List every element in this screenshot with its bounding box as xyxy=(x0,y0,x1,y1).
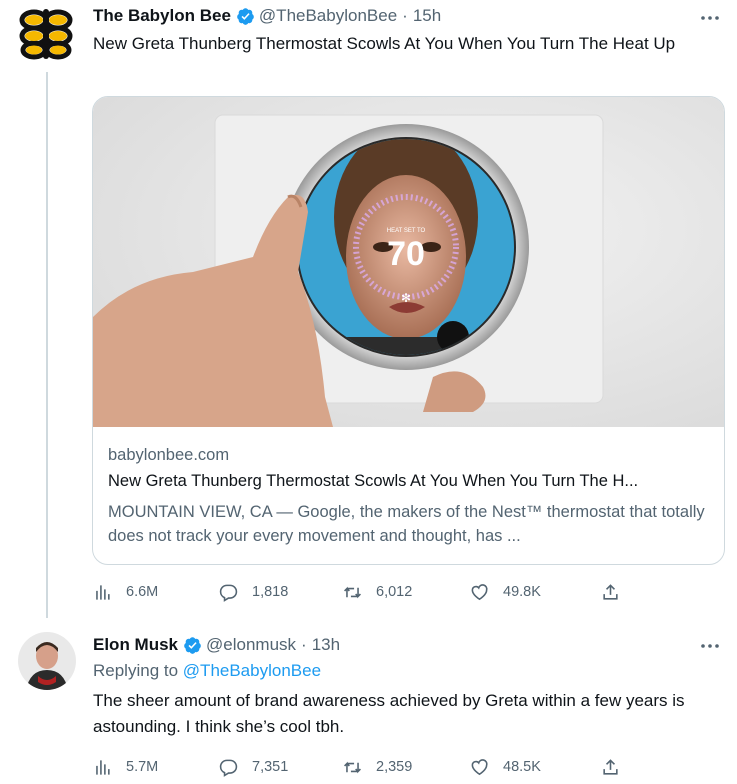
tweet-text: New Greta Thunberg Thermostat Scowls At … xyxy=(93,34,676,53)
replying-to-label: Replying to xyxy=(93,661,179,680)
retweet-icon xyxy=(344,761,361,773)
views-button[interactable]: 5.7M xyxy=(93,755,158,779)
avatar-babylon-bee[interactable] xyxy=(18,6,74,62)
handle[interactable]: @TheBabylonBee xyxy=(259,6,397,26)
card-title[interactable]: New Greta Thunberg Thermostat Scowls At … xyxy=(108,472,713,491)
tweet-header: Elon Musk @elonmusk · 13h xyxy=(93,635,340,655)
avatar-image xyxy=(18,632,76,690)
timestamp[interactable]: 15h xyxy=(413,6,441,26)
like-button[interactable]: 49.8K xyxy=(470,580,541,604)
like-icon xyxy=(471,758,488,775)
views-icon xyxy=(96,584,110,600)
views-icon xyxy=(96,759,110,775)
reply-icon xyxy=(219,759,238,777)
reply-count: 1,818 xyxy=(252,584,289,600)
more-icon[interactable] xyxy=(699,8,721,28)
share-button[interactable] xyxy=(601,580,620,604)
more-icon[interactable] xyxy=(699,636,721,656)
views-count: 6.6M xyxy=(126,584,159,600)
card-description: MOUNTAIN VIEW, CA — Google, the makers o… xyxy=(108,503,705,545)
thermostat-temperature: 70 xyxy=(387,235,425,273)
reply-count: 7,351 xyxy=(252,759,289,775)
share-icon xyxy=(603,583,618,600)
display-name[interactable]: The Babylon Bee xyxy=(93,6,231,26)
tweet-actions: 5.7M 7,351 2,359 48.5K xyxy=(93,755,633,779)
verified-badge-icon xyxy=(184,636,201,654)
tweet-header: The Babylon Bee @TheBabylonBee · 15h xyxy=(93,6,441,26)
retweet-button[interactable]: 2,359 xyxy=(343,755,412,779)
link-card[interactable]: HEAT SET TO 70 ✻ babylonbee.com New Gret… xyxy=(92,96,725,565)
retweet-button[interactable]: 6,012 xyxy=(343,580,412,604)
like-count: 48.5K xyxy=(503,759,541,775)
retweet-icon xyxy=(344,586,361,598)
handle[interactable]: @elonmusk xyxy=(206,635,296,655)
timestamp[interactable]: 13h xyxy=(312,635,340,655)
card-image-thermostat: HEAT SET TO 70 ✻ xyxy=(93,97,724,427)
separator-dot: · xyxy=(402,6,408,25)
views-count: 5.7M xyxy=(126,759,159,775)
reply-icon xyxy=(219,584,238,602)
share-icon xyxy=(603,758,618,775)
babylon-bee-logo xyxy=(19,9,73,60)
views-button[interactable]: 6.6M xyxy=(93,580,158,604)
reply-button[interactable]: 7,351 xyxy=(219,755,288,779)
avatar-elon-musk[interactable] xyxy=(18,632,76,690)
card-domain: babylonbee.com xyxy=(108,446,230,464)
retweet-count: 2,359 xyxy=(376,759,413,775)
thread-connector-line xyxy=(46,72,48,618)
separator-dot: · xyxy=(301,635,307,654)
fan-icon: ✻ xyxy=(401,291,411,305)
tweet-text: The sheer amount of brand awareness achi… xyxy=(93,691,685,736)
thermostat-label: HEAT SET TO xyxy=(387,228,426,234)
tweet-actions: 6.6M 1,818 6,012 49.8K xyxy=(93,580,633,604)
display-name[interactable]: Elon Musk xyxy=(93,635,178,655)
reply-button[interactable]: 1,818 xyxy=(219,580,288,604)
verified-badge-icon xyxy=(237,7,254,25)
like-count: 49.8K xyxy=(503,584,541,600)
replying-to-handle-link[interactable]: @TheBabylonBee xyxy=(183,661,321,680)
retweet-count: 6,012 xyxy=(376,584,413,600)
share-button[interactable] xyxy=(601,755,620,779)
like-button[interactable]: 48.5K xyxy=(470,755,541,779)
replying-to: Replying to @TheBabylonBee xyxy=(93,661,321,681)
like-icon xyxy=(471,583,488,600)
